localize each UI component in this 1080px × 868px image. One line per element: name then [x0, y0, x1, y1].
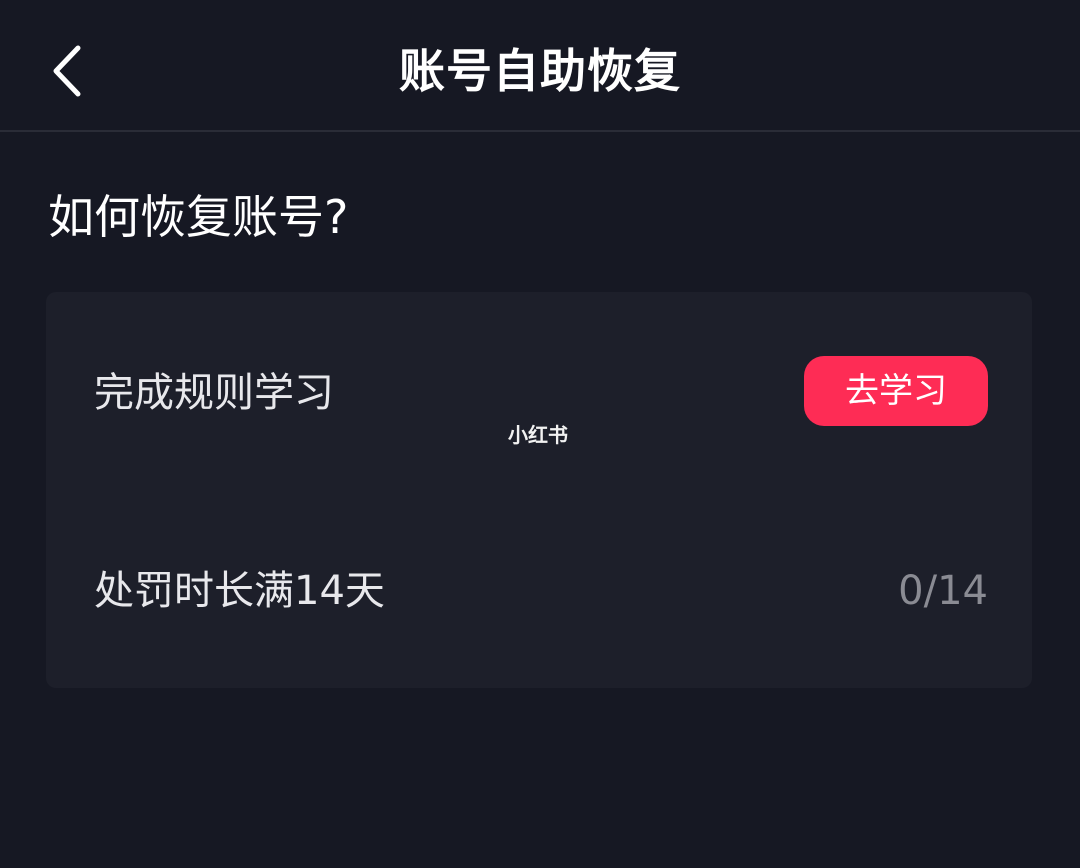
section-heading: 如何恢复账号?: [48, 190, 349, 244]
top-navigation-bar: 账号自助恢复: [0, 0, 1080, 132]
watermark-logo: 小红书: [508, 423, 568, 447]
go-learn-button[interactable]: 去学习: [804, 356, 988, 426]
penalty-days-progress: 0/14: [898, 568, 988, 614]
page-title: 账号自助恢复: [399, 44, 681, 98]
recovery-steps-card: 完成规则学习 去学习 处罚时长满14天 0/14: [46, 292, 1032, 688]
step-penalty-duration-label: 处罚时长满14天: [94, 568, 385, 614]
step-rule-learning-label: 完成规则学习: [94, 370, 334, 416]
